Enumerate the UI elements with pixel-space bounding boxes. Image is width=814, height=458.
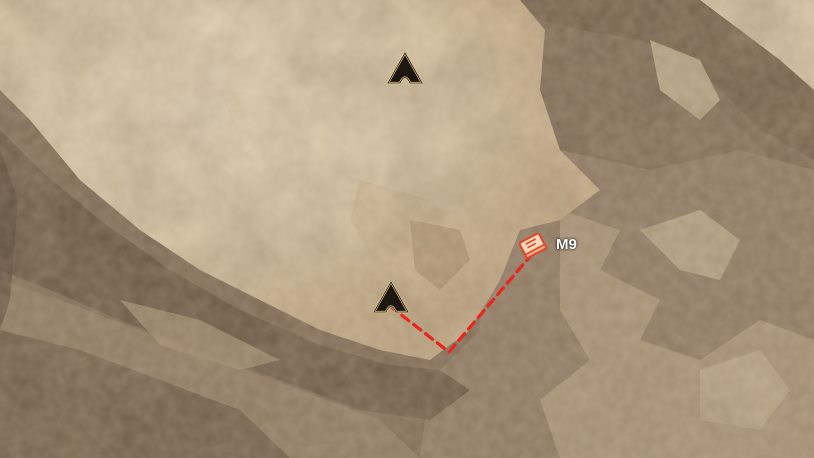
tent-icon [386,51,424,85]
tent-icon [372,280,410,314]
note-marker-label: M9 [556,236,577,253]
map-view[interactable]: M9 [0,0,814,458]
camp-marker[interactable] [385,50,425,86]
note-book-icon [518,232,548,260]
note-marker[interactable] [515,228,551,264]
camp-marker[interactable] [371,279,411,315]
